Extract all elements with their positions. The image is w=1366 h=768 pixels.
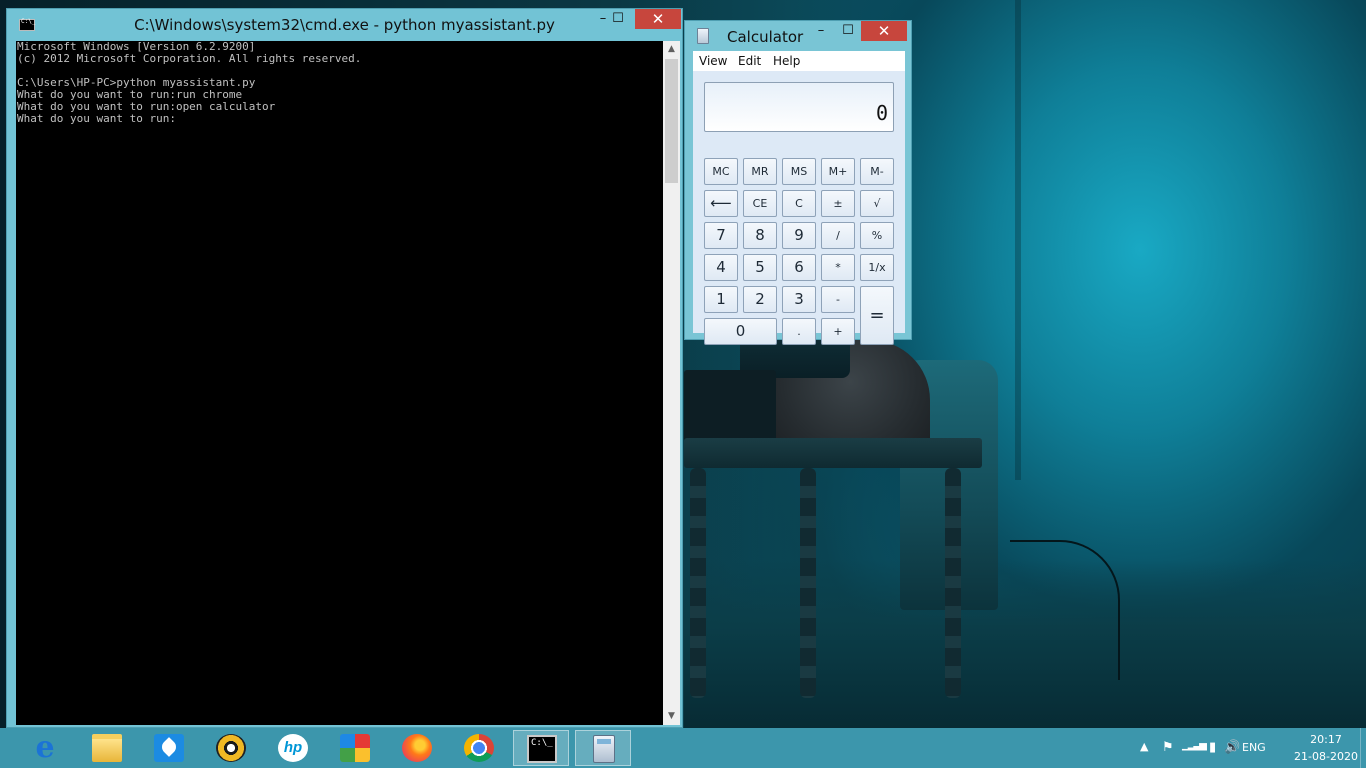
add-button[interactable]: + bbox=[821, 318, 855, 345]
clock-date[interactable]: 21-08-2020 bbox=[1290, 750, 1362, 763]
action-center-flag-icon[interactable]: ⚑ bbox=[1162, 740, 1174, 755]
cmd-titlebar[interactable]: C:\Windows\system32\cmd.exe - python mya… bbox=[7, 9, 682, 41]
taskbar-puzzle-app[interactable] bbox=[327, 730, 383, 766]
rocket-app-icon bbox=[154, 734, 184, 762]
cmd-console[interactable]: Microsoft Windows [Version 6.2.9200] (c)… bbox=[16, 41, 663, 725]
clear-entry-button[interactable]: CE bbox=[743, 190, 777, 217]
digit-0-button[interactable]: 0 bbox=[704, 318, 777, 345]
taskbar-internet-explorer[interactable]: e bbox=[17, 730, 73, 766]
file-explorer-icon bbox=[92, 734, 122, 762]
calculator-window[interactable]: Calculator – ☐ ✕ View Edit Help 0 MC MR … bbox=[684, 20, 912, 345]
digit-3-button[interactable]: 3 bbox=[782, 286, 816, 313]
wallpaper-wall-edge bbox=[1015, 0, 1021, 480]
digit-9-button[interactable]: 9 bbox=[782, 222, 816, 249]
decimal-button[interactable]: . bbox=[782, 318, 816, 345]
volume-icon[interactable]: 🔊 bbox=[1224, 740, 1240, 755]
show-hidden-icons-icon[interactable]: ▲ bbox=[1140, 740, 1148, 753]
taskbar-firefox[interactable] bbox=[389, 730, 445, 766]
plus-minus-button[interactable]: ± bbox=[821, 190, 855, 217]
calculator-window-title: Calculator bbox=[727, 28, 804, 46]
taskbar: e hp ▲ ⚑ ▁▂▃▅ ▮ 🔊 ENG 20:17 21-08-2020 bbox=[0, 728, 1366, 768]
subtract-button[interactable]: - bbox=[821, 286, 855, 313]
scroll-up-arrow-icon[interactable]: ▲ bbox=[663, 41, 680, 58]
wallpaper-cable bbox=[1010, 540, 1120, 680]
show-desktop-button[interactable] bbox=[1360, 728, 1366, 768]
clear-button[interactable]: C bbox=[782, 190, 816, 217]
taskbar-rocket-app[interactable] bbox=[141, 730, 197, 766]
puzzle-app-icon bbox=[340, 734, 370, 762]
battery-icon[interactable]: ▮ bbox=[1209, 740, 1216, 755]
calculator-app-icon[interactable] bbox=[697, 28, 709, 44]
memory-add-button[interactable]: M+ bbox=[821, 158, 855, 185]
scrollbar-thumb[interactable] bbox=[665, 59, 678, 183]
wallpaper-desk bbox=[684, 438, 982, 468]
gom-player-icon bbox=[216, 734, 246, 762]
calculator-menubar: View Edit Help bbox=[693, 51, 905, 71]
equals-button[interactable]: = bbox=[860, 286, 894, 345]
taskbar-calculator[interactable] bbox=[575, 730, 631, 766]
percent-button[interactable]: % bbox=[860, 222, 894, 249]
cmd-maximize-button[interactable]: ☐ bbox=[605, 9, 631, 29]
hp-icon: hp bbox=[278, 734, 308, 762]
language-indicator[interactable]: ENG bbox=[1242, 741, 1266, 754]
calculator-icon bbox=[593, 735, 615, 763]
console-prompt-line: What do you want to run: bbox=[17, 112, 176, 125]
chrome-icon bbox=[464, 734, 494, 762]
square-root-button[interactable]: √ bbox=[860, 190, 894, 217]
menu-view[interactable]: View bbox=[699, 54, 727, 68]
divide-button[interactable]: / bbox=[821, 222, 855, 249]
digit-2-button[interactable]: 2 bbox=[743, 286, 777, 313]
network-signal-icon[interactable]: ▁▂▃▅ bbox=[1182, 740, 1207, 751]
internet-explorer-icon: e bbox=[35, 730, 55, 765]
wallpaper-desk-leg bbox=[690, 468, 706, 698]
display-value: 0 bbox=[875, 101, 888, 125]
taskbar-chrome[interactable] bbox=[451, 730, 507, 766]
digit-8-button[interactable]: 8 bbox=[743, 222, 777, 249]
digit-4-button[interactable]: 4 bbox=[704, 254, 738, 281]
firefox-icon bbox=[402, 734, 432, 762]
digit-1-button[interactable]: 1 bbox=[704, 286, 738, 313]
calculator-display: 0 bbox=[704, 82, 894, 132]
taskbar-command-prompt[interactable] bbox=[513, 730, 569, 766]
command-prompt-icon bbox=[527, 735, 557, 763]
memory-subtract-button[interactable]: M- bbox=[860, 158, 894, 185]
reciprocal-button[interactable]: 1/x bbox=[860, 254, 894, 281]
digit-6-button[interactable]: 6 bbox=[782, 254, 816, 281]
calc-maximize-button[interactable]: ☐ bbox=[835, 21, 861, 41]
system-tray: ▲ ⚑ ▁▂▃▅ ▮ 🔊 ENG 20:17 21-08-2020 bbox=[1126, 728, 1366, 768]
taskbar-file-explorer[interactable] bbox=[79, 730, 135, 766]
calc-close-button[interactable]: ✕ bbox=[861, 21, 907, 41]
digit-5-button[interactable]: 5 bbox=[743, 254, 777, 281]
taskbar-hp[interactable]: hp bbox=[265, 730, 321, 766]
cmd-scrollbar[interactable]: ▲ ▼ bbox=[663, 41, 680, 725]
calculator-body: View Edit Help 0 MC MR MS M+ M- ⟵ CE C ±… bbox=[693, 51, 905, 345]
console-line: (c) 2012 Microsoft Corporation. All righ… bbox=[17, 52, 362, 65]
memory-recall-button[interactable]: MR bbox=[743, 158, 777, 185]
wallpaper-desk-leg bbox=[800, 468, 816, 698]
digit-7-button[interactable]: 7 bbox=[704, 222, 738, 249]
taskbar-gom-player[interactable] bbox=[203, 730, 259, 766]
memory-store-button[interactable]: MS bbox=[782, 158, 816, 185]
memory-clear-button[interactable]: MC bbox=[704, 158, 738, 185]
clock-time[interactable]: 20:17 bbox=[1296, 733, 1356, 746]
cmd-window[interactable]: C:\Windows\system32\cmd.exe - python mya… bbox=[6, 8, 683, 728]
calc-minimize-button[interactable]: – bbox=[808, 21, 834, 41]
cmd-window-title: C:\Windows\system32\cmd.exe - python mya… bbox=[134, 16, 555, 34]
wallpaper-desk-leg bbox=[945, 468, 961, 698]
cmd-close-button[interactable]: ✕ bbox=[635, 9, 681, 29]
wallpaper-laptop bbox=[684, 370, 776, 442]
backspace-button[interactable]: ⟵ bbox=[704, 190, 738, 217]
menu-edit[interactable]: Edit bbox=[738, 54, 761, 68]
multiply-button[interactable]: * bbox=[821, 254, 855, 281]
menu-help[interactable]: Help bbox=[773, 54, 800, 68]
scroll-down-arrow-icon[interactable]: ▼ bbox=[663, 708, 680, 725]
